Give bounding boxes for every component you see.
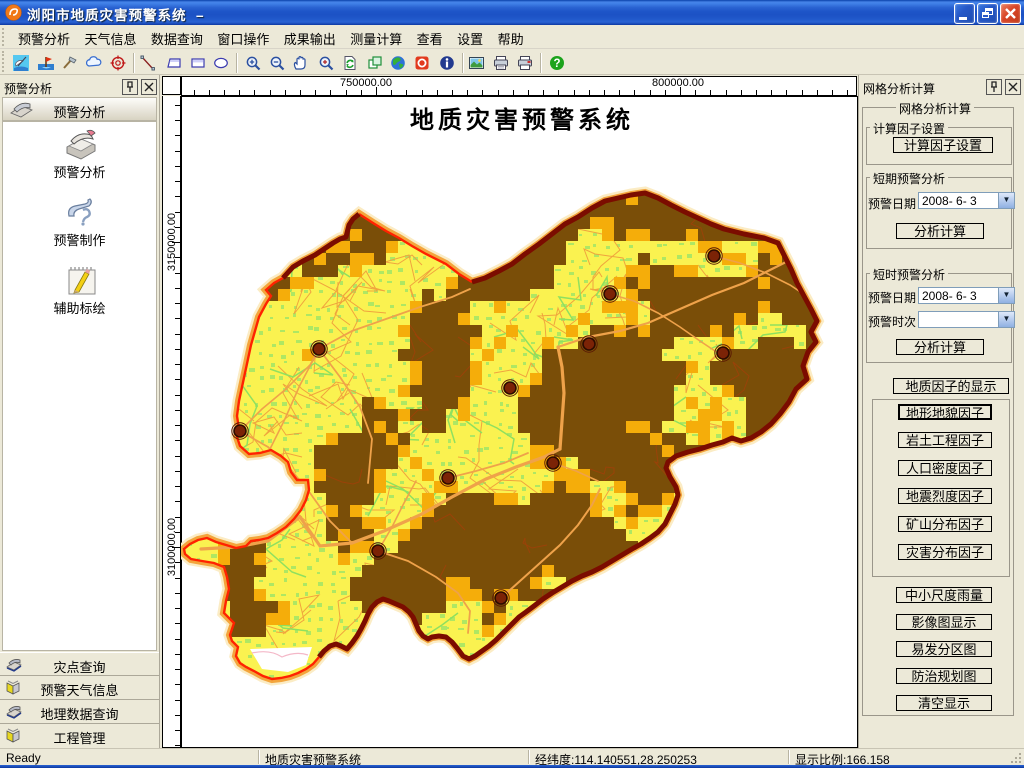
svg-text:?: ? [553, 58, 560, 70]
